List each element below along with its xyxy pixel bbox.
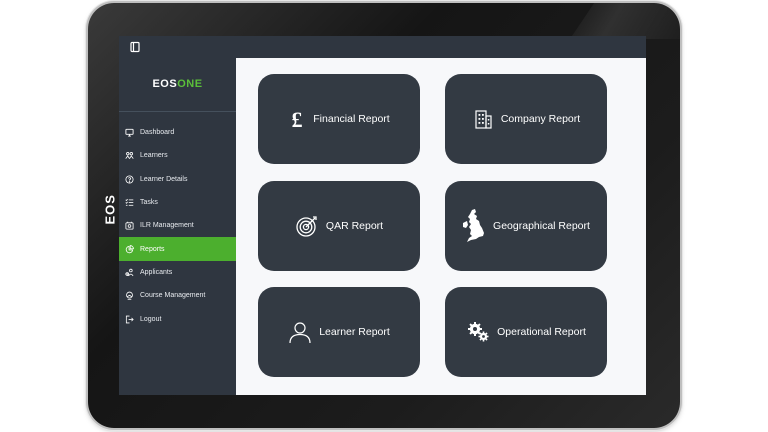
card-label: Learner Report bbox=[319, 326, 390, 338]
card-label: Company Report bbox=[500, 113, 581, 125]
person-icon bbox=[289, 322, 311, 344]
top-bar bbox=[119, 36, 646, 58]
card-label: QAR Report bbox=[325, 220, 384, 232]
qar-report-card[interactable]: QAR Report bbox=[258, 181, 420, 271]
sidebar-item-label: Tasks bbox=[140, 199, 158, 207]
logout-icon bbox=[125, 315, 134, 323]
app-logo: EOSONE bbox=[119, 78, 236, 90]
logo-text-eos: EOS bbox=[152, 78, 178, 90]
sidebar-item-applicants[interactable]: Applicants bbox=[119, 261, 236, 284]
operational-report-card[interactable]: Operational Report bbox=[445, 287, 607, 377]
pound-icon: £ bbox=[292, 108, 303, 130]
svg-text:£: £ bbox=[292, 108, 303, 130]
sidebar-item-label: Learner Details bbox=[140, 175, 188, 183]
sidebar-item-learner-details[interactable]: Learner Details bbox=[119, 168, 236, 191]
course-icon bbox=[126, 291, 133, 300]
app-screen: EOSONE Dashboard Learners Learner Detail… bbox=[119, 36, 646, 395]
card-label: Financial Report bbox=[313, 113, 390, 125]
sidebar: EOSONE Dashboard Learners Learner Detail… bbox=[119, 58, 236, 395]
card-label: Operational Report bbox=[497, 326, 586, 338]
card-label: Geographical Report bbox=[493, 220, 590, 232]
sidebar-item-tasks[interactable]: Tasks bbox=[119, 191, 236, 214]
question-circle-icon bbox=[125, 175, 134, 184]
sidebar-item-label: ILR Management bbox=[140, 222, 194, 230]
gear-doc-icon bbox=[125, 222, 134, 230]
uk-map-icon bbox=[463, 209, 485, 242]
sidebar-item-reports[interactable]: Reports bbox=[119, 237, 236, 261]
sidebar-item-dashboard[interactable]: Dashboard bbox=[119, 121, 236, 144]
checklist-icon bbox=[125, 198, 134, 206]
sidebar-item-learners[interactable]: Learners bbox=[119, 144, 236, 167]
sidebar-item-ilr-management[interactable]: ILR Management bbox=[119, 214, 236, 237]
financial-report-card[interactable]: £ Financial Report bbox=[258, 74, 420, 164]
sidebar-item-label: Course Management bbox=[140, 292, 206, 300]
sidebar-item-label: Dashboard bbox=[140, 129, 175, 137]
pie-chart-icon bbox=[125, 244, 134, 253]
geographical-report-card[interactable]: Geographical Report bbox=[445, 181, 607, 271]
book-icon[interactable] bbox=[129, 41, 141, 53]
sidebar-item-label: Applicants bbox=[140, 268, 173, 276]
sidebar-item-course-management[interactable]: Course Management bbox=[119, 284, 236, 307]
users-icon bbox=[125, 152, 134, 160]
target-icon bbox=[296, 216, 317, 237]
sidebar-item-logout[interactable]: Logout bbox=[119, 307, 236, 330]
gears-icon bbox=[468, 322, 489, 342]
device-brand-label: EOS bbox=[102, 194, 118, 225]
sidebar-divider bbox=[119, 111, 236, 112]
tablet-device: EOS EOSONE Dashboard Learners Learner De… bbox=[88, 3, 680, 428]
sidebar-item-label: Learners bbox=[140, 152, 168, 160]
sidebar-nav: Dashboard Learners Learner Details Tasks… bbox=[119, 121, 236, 331]
tablet-gloss bbox=[570, 3, 680, 39]
learner-report-card[interactable]: Learner Report bbox=[258, 287, 420, 377]
company-report-card[interactable]: Company Report bbox=[445, 74, 607, 164]
reports-content: £ Financial Report Company Report QAR Re… bbox=[236, 58, 646, 395]
sidebar-item-label: Reports bbox=[140, 245, 165, 253]
monitor-icon bbox=[125, 129, 134, 137]
logo-text-one: ONE bbox=[177, 78, 203, 90]
sidebar-item-label: Logout bbox=[140, 315, 162, 323]
building-icon bbox=[475, 110, 492, 129]
user-plus-icon bbox=[125, 268, 134, 277]
